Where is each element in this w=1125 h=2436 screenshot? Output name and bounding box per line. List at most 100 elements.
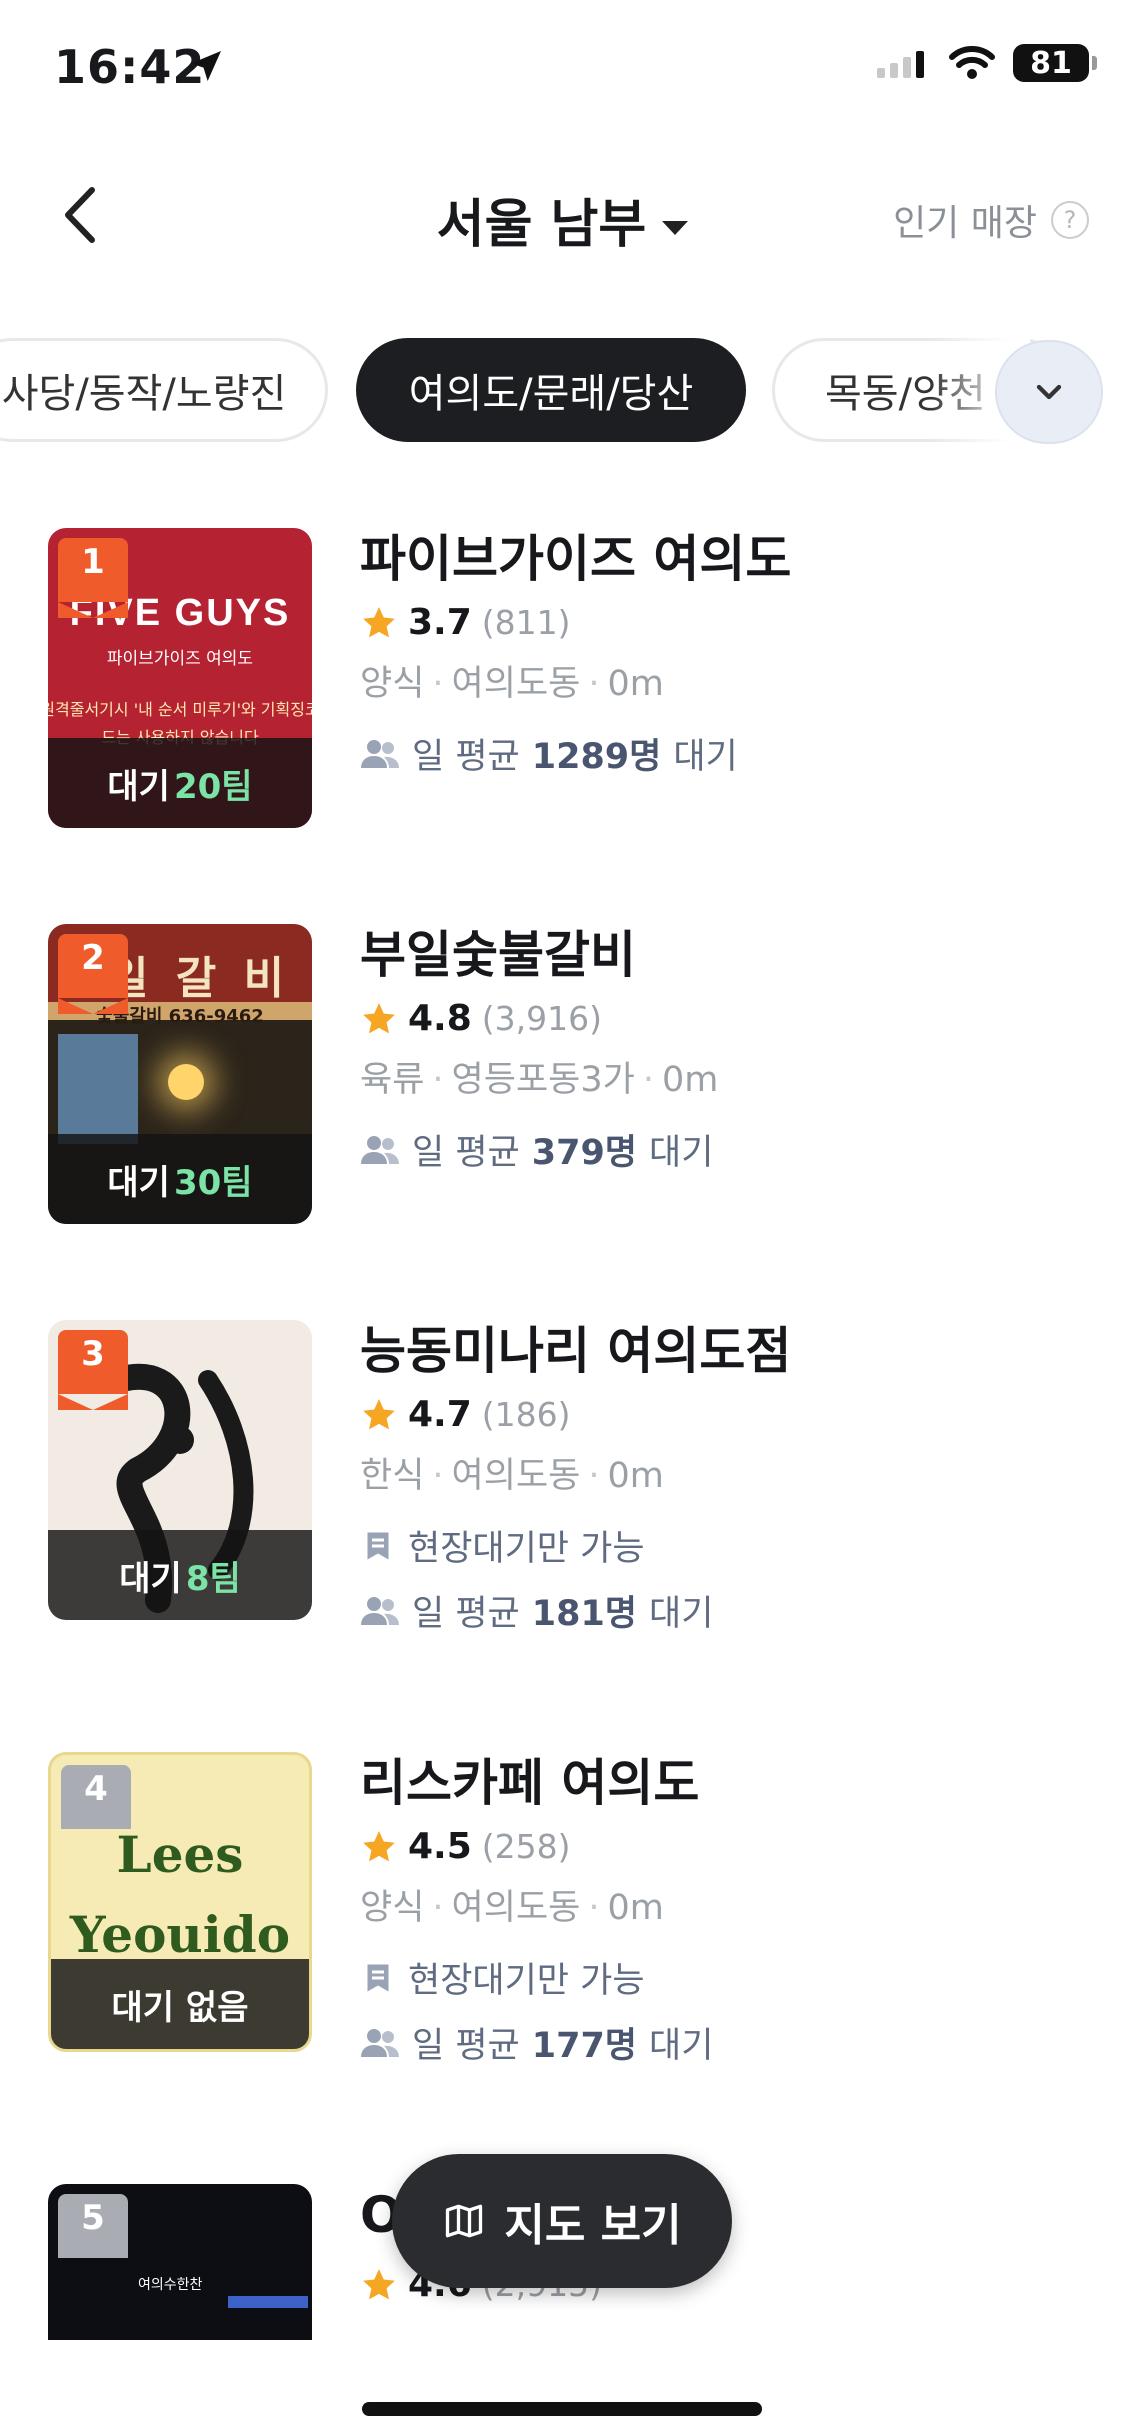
people-icon: [361, 739, 399, 768]
popular-label: 인기 매장: [893, 203, 1037, 244]
people-icon: [361, 1135, 399, 1164]
store-area: 여의도동: [451, 664, 581, 704]
rating-row: 4.8 (3,916): [360, 998, 1100, 1039]
store-category: 양식: [360, 664, 425, 704]
store-info: 리스카페 여의도 4.5 (258) 양식 · 여의도동 · 0m 현장대기만 가능 일…: [360, 1752, 1100, 2068]
store-category: 양식: [360, 1888, 425, 1928]
store-name: 리스카페 여의도: [360, 1754, 700, 1812]
wait-status: 대기 8팀: [48, 1530, 312, 1620]
thumb-sub-text: 파이브가이즈 여의도: [106, 649, 254, 669]
chevron-down-icon: [1036, 384, 1062, 400]
store-distance: 0m: [607, 1456, 664, 1496]
store-area: 여의도동: [451, 1456, 581, 1496]
caret-down-icon: [662, 221, 689, 235]
rank-badge: 2: [58, 934, 128, 1014]
wait-status: 대기 없음: [51, 1959, 309, 2049]
rating-score: 4.5: [408, 1826, 472, 1867]
store-category: 한식: [360, 1456, 425, 1496]
store-thumbnail: FIVE GUYS 파이브가이즈 여의도 원격줄서기시 '내 순서 미루기'와 …: [48, 528, 312, 828]
status-bar: 16:42 81: [0, 0, 1125, 140]
store-thumbnail: 3 대기 8팀: [48, 1320, 312, 1620]
store-name: 부일숯불갈비: [360, 926, 636, 984]
daily-average-row: 일 평균 181명 대기: [360, 1585, 1100, 1636]
rank-badge: 1: [58, 538, 128, 618]
map-icon: [446, 2204, 483, 2238]
onsite-only-text: 현장대기만 가능: [408, 1961, 645, 2001]
people-icon: [361, 2028, 399, 2057]
store-distance: 0m: [607, 664, 664, 704]
rating-row: 4.5 (258): [360, 1826, 1100, 1867]
battery-indicator: 81: [1013, 44, 1097, 82]
thumb-sign-text: 여의수한찬: [138, 2277, 203, 2293]
store-info: 파이브가이즈 여의도 3.7 (811) 양식 · 여의도동 · 0m 일 평균 1289…: [360, 528, 1100, 779]
status-time: 16:42: [54, 40, 206, 94]
onsite-only-row: 현장대기만 가능: [360, 1520, 1100, 1571]
star-icon: [363, 1830, 395, 1861]
home-indicator[interactable]: [362, 2402, 762, 2416]
chip-sadang[interactable]: 사당/동작/노량진: [0, 338, 328, 442]
store-thumbnail: Lees Yeouido 4 대기 없음: [48, 1752, 312, 2052]
review-count: (258): [481, 1827, 571, 1866]
status-icons: 81: [877, 44, 1097, 82]
wait-status: 대기 30팀: [48, 1134, 312, 1224]
rating-score: 4.7: [408, 1394, 472, 1435]
wifi-icon: [949, 46, 995, 79]
daily-average-row: 일 평균 1289명 대기: [360, 728, 1100, 779]
popular-stores-info[interactable]: 인기 매장 ?: [893, 194, 1089, 246]
store-meta: 한식 · 여의도동 · 0m: [360, 1456, 664, 1496]
thumb-sign-text: 일 갈 비: [108, 953, 291, 1004]
location-arrow-icon: [191, 51, 221, 81]
daily-average-row: 일 평균 379명 대기: [360, 1124, 1100, 1175]
rating-row: 4.7 (186): [360, 1394, 1100, 1435]
signal-icon: [877, 51, 924, 78]
store-area: 여의도동: [451, 1888, 581, 1928]
review-count: (811): [481, 603, 571, 642]
store-thumbnail: 일 갈 비 숯불갈비 636-9462 2 대기 30팀: [48, 924, 312, 1224]
star-icon: [363, 1002, 395, 1033]
people-icon: [361, 1596, 399, 1625]
store-meta: 양식 · 여의도동 · 0m: [360, 664, 664, 704]
daily-average-value: 177명: [531, 2026, 637, 2066]
review-count: (186): [481, 1395, 571, 1434]
thumb-text-line2: Yeouido: [69, 1905, 291, 1964]
store-info: 부일숯불갈비 4.8 (3,916) 육류 · 영등포동3가 · 0m 일 평균 379명…: [360, 924, 1100, 1175]
onsite-only-text: 현장대기만 가능: [408, 1529, 645, 1569]
daily-average-value: 379명: [531, 1133, 637, 1173]
wait-status: 대기 20팀: [48, 738, 312, 828]
help-icon[interactable]: ?: [1051, 201, 1089, 239]
store-area: 영등포동3가: [451, 1060, 635, 1100]
wait-count: 8팀: [185, 1558, 241, 1599]
ticket-icon: [367, 1964, 389, 1991]
chip-yeouido[interactable]: 여의도/문래/당산: [356, 338, 746, 442]
rating-score: 4.8: [408, 998, 472, 1039]
top-nav: 서울 남부 인기 매장 ?: [0, 160, 1125, 270]
wait-count: 20팀: [173, 766, 253, 807]
store-meta: 육류 · 영등포동3가 · 0m: [360, 1060, 719, 1100]
store-distance: 0m: [607, 1888, 664, 1928]
onsite-only-row: 현장대기만 가능: [360, 1952, 1100, 2003]
store-name: 능동미나리 여의도점: [360, 1322, 792, 1380]
rating-score: 3.7: [408, 602, 472, 643]
rating-row: 3.7 (811): [360, 602, 1100, 643]
region-title: 서울 남부: [436, 195, 647, 255]
map-view-button[interactable]: 지도 보기: [392, 2154, 732, 2288]
star-icon: [363, 2268, 395, 2299]
map-view-label: 지도 보기: [504, 2200, 682, 2251]
store-category: 육류: [360, 1060, 425, 1100]
ticket-icon: [367, 1532, 389, 1559]
star-icon: [363, 606, 395, 637]
store-name: 파이브가이즈 여의도: [360, 530, 792, 588]
expand-chips-button[interactable]: [995, 340, 1103, 444]
store-meta: 양식 · 여의도동 · 0m: [360, 1888, 664, 1928]
rank-badge: 3: [58, 1330, 128, 1410]
rank-badge: 4: [61, 1765, 131, 1829]
store-distance: 0m: [661, 1060, 719, 1100]
daily-average-row: 일 평균 177명 대기: [360, 2017, 1100, 2068]
region-chip-bar: 사당/동작/노량진 여의도/문래/당산 목동/양천: [0, 338, 1125, 446]
daily-average-value: 181명: [531, 1594, 637, 1634]
daily-average-value: 1289명: [531, 737, 662, 777]
star-icon: [363, 1398, 395, 1429]
rank-badge: 5: [58, 2194, 128, 2258]
review-count: (3,916): [481, 999, 603, 1038]
store-info: 능동미나리 여의도점 4.7 (186) 한식 · 여의도동 · 0m 현장대기만 가능…: [360, 1320, 1100, 1636]
